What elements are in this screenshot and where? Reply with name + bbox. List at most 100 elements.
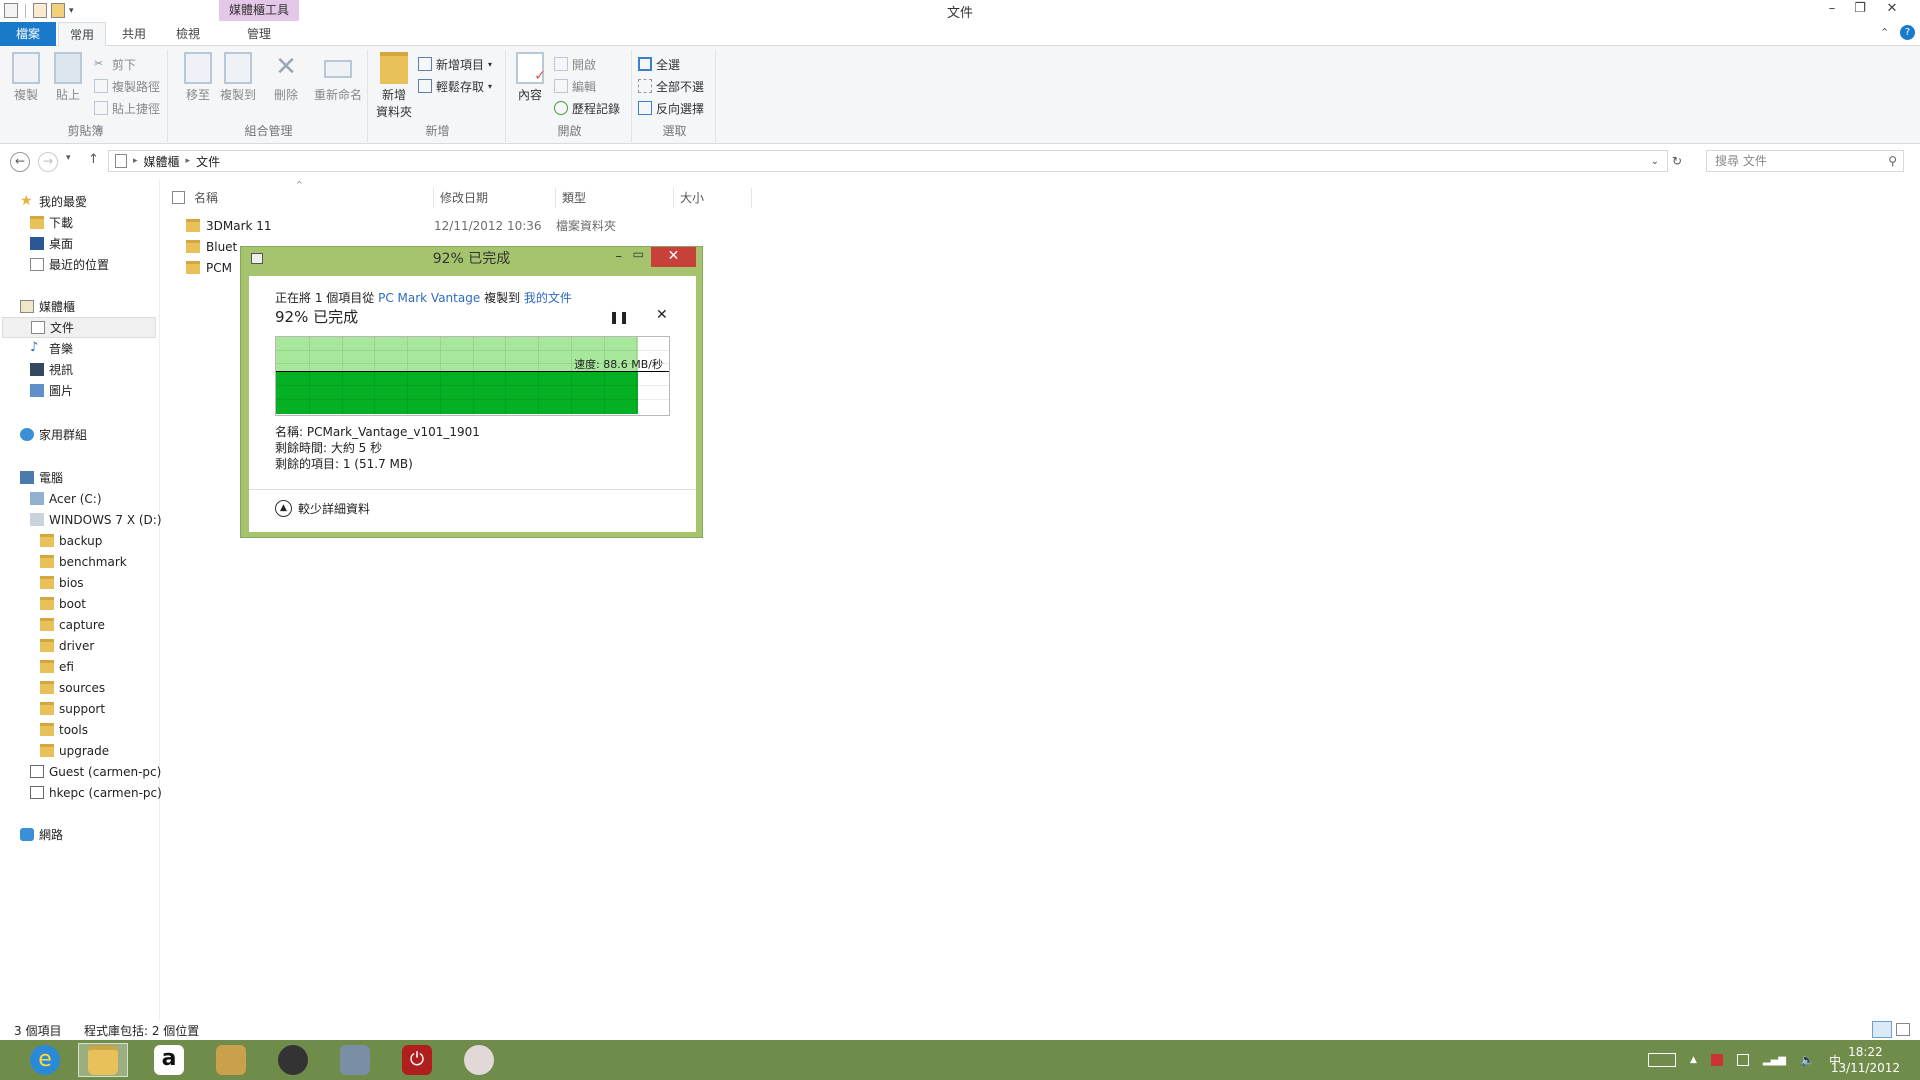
security-icon[interactable]	[1710, 1054, 1723, 1066]
nav-music[interactable]: ♪ 音樂	[30, 338, 73, 359]
minimize-button[interactable]: –	[616, 249, 623, 264]
copy-to-button[interactable]: 複製到	[218, 52, 258, 103]
nav-computer[interactable]: 電腦	[20, 467, 63, 488]
nav-pictures[interactable]: 圖片	[30, 380, 73, 401]
close-button[interactable]: ✕	[651, 247, 696, 267]
fewer-details-button[interactable]: ▲ 較少詳細資料	[275, 500, 370, 517]
up-button[interactable]: ↑	[88, 152, 99, 167]
destination-link[interactable]: 我的文件	[524, 291, 572, 305]
nav-downloads[interactable]: 下載	[30, 212, 73, 233]
nav-subfolder[interactable]: boot	[40, 593, 86, 614]
taskbar-app3[interactable]	[330, 1043, 380, 1077]
tab-home[interactable]: 常用	[58, 22, 106, 47]
move-to-button[interactable]: 移至	[178, 52, 218, 103]
nav-desktop[interactable]: 桌面	[30, 233, 73, 254]
nav-hkepc[interactable]: hkepc (carmen-pc)	[30, 782, 162, 803]
details-view-icon[interactable]	[1872, 1021, 1892, 1038]
column-type[interactable]: 類型	[556, 188, 674, 208]
refresh-icon[interactable]: ↻	[1672, 154, 1682, 168]
nav-subfolder[interactable]: tools	[40, 719, 88, 740]
properties-icon[interactable]	[4, 3, 18, 18]
large-icons-view-icon[interactable]	[1896, 1023, 1910, 1036]
select-none-button[interactable]: 全部不選	[638, 76, 704, 96]
nav-subfolder[interactable]: capture	[40, 614, 105, 635]
taskbar-app4[interactable]: ⏻	[392, 1043, 442, 1077]
copy-button[interactable]: 複製	[6, 52, 46, 103]
tab-manage[interactable]: 管理	[222, 22, 296, 46]
nav-subfolder[interactable]: bios	[40, 572, 84, 593]
taskbar-ie[interactable]: e	[20, 1043, 70, 1077]
address-bar[interactable]: ▸ 媒體櫃 ▸ 文件 ⌄	[108, 150, 1668, 172]
breadcrumb-libraries[interactable]: 媒體櫃	[144, 153, 180, 170]
new-folder-icon[interactable]	[51, 3, 65, 18]
nav-subfolder[interactable]: backup	[40, 530, 102, 551]
open-button[interactable]: 開啟	[554, 54, 596, 74]
source-link[interactable]: PC Mark Vantage	[378, 291, 480, 305]
nav-homegroup[interactable]: 家用群組	[20, 424, 87, 445]
nav-subfolder[interactable]: support	[40, 698, 105, 719]
search-input[interactable]: 搜尋 文件 ⚲	[1706, 150, 1904, 172]
keyboard-icon[interactable]	[1648, 1053, 1676, 1067]
properties-button[interactable]: ✓ 內容	[510, 52, 550, 103]
taskbar-app2[interactable]	[268, 1043, 318, 1077]
nav-subfolder[interactable]: benchmark	[40, 551, 127, 572]
rename-button[interactable]: 重新命名	[310, 52, 366, 103]
chevron-down-icon[interactable]: ▾	[69, 6, 74, 16]
chevron-down-icon[interactable]: ⌄	[1651, 156, 1659, 167]
column-modified[interactable]: 修改日期	[434, 188, 556, 208]
nav-libraries[interactable]: 媒體櫃	[20, 296, 75, 317]
collapse-ribbon-icon[interactable]: ⌃	[1880, 26, 1889, 39]
edit-icon[interactable]	[33, 3, 47, 18]
tab-share[interactable]: 共用	[110, 22, 158, 46]
battery-icon[interactable]	[1736, 1054, 1749, 1066]
paste-button[interactable]: 貼上	[48, 52, 88, 103]
taskbar-amazon[interactable]: a	[144, 1043, 194, 1077]
taskbar-app5[interactable]	[454, 1043, 504, 1077]
file-row[interactable]: 3DMark 11 12/11/2012 10:36 檔案資料夾	[186, 215, 746, 236]
nav-drive-d[interactable]: WINDOWS 7 X (D:)	[30, 509, 162, 530]
new-item-button[interactable]: 新增項目 ▾	[418, 54, 492, 74]
cut-button[interactable]: ✂ 剪下	[94, 54, 136, 74]
nav-drive-c[interactable]: Acer (C:)	[30, 488, 102, 509]
pause-button[interactable]: ❚❚	[609, 310, 629, 324]
nav-subfolder[interactable]: upgrade	[40, 740, 109, 761]
nav-recent[interactable]: 最近的位置	[30, 254, 109, 275]
paste-shortcut-button[interactable]: 貼上捷徑	[94, 98, 160, 118]
select-all-checkbox[interactable]	[172, 191, 185, 204]
nav-subfolder[interactable]: driver	[40, 635, 94, 656]
restore-button[interactable]: ❐	[1846, 0, 1874, 20]
volume-icon[interactable]: 🔈	[1800, 1053, 1815, 1067]
nav-network[interactable]: 網路	[20, 824, 63, 845]
taskbar-explorer[interactable]	[78, 1043, 128, 1077]
easy-access-button[interactable]: 輕鬆存取 ▾	[418, 76, 492, 96]
nav-documents[interactable]: 文件	[2, 317, 156, 338]
tab-view[interactable]: 檢視	[164, 22, 212, 46]
column-name[interactable]: 名稱	[188, 188, 434, 208]
select-all-button[interactable]: 全選	[638, 54, 680, 74]
signal-icon[interactable]: ▂▄▆	[1763, 1055, 1786, 1066]
show-hidden-icons[interactable]: ▲	[1690, 1055, 1697, 1065]
new-folder-button[interactable]: 新增 資料夾	[374, 52, 414, 120]
maximize-button[interactable]: ▭	[633, 247, 644, 261]
back-button[interactable]: ←	[10, 152, 30, 172]
minimize-button[interactable]: –	[1818, 0, 1846, 20]
nav-subfolder[interactable]: sources	[40, 677, 105, 698]
forward-button[interactable]: →	[38, 152, 58, 172]
breadcrumb-documents[interactable]: 文件	[196, 153, 220, 170]
nav-favorites[interactable]: ★ 我的最愛	[20, 191, 87, 212]
stop-button[interactable]: ✕	[656, 307, 668, 323]
edit-button[interactable]: 編輯	[554, 76, 596, 96]
taskbar-app1[interactable]	[206, 1043, 256, 1077]
history-button[interactable]: 歷程記錄	[554, 98, 620, 118]
nav-videos[interactable]: 視訊	[30, 359, 73, 380]
column-size[interactable]: 大小	[674, 188, 752, 208]
recent-locations-icon[interactable]: ▾	[66, 153, 71, 163]
nav-guest[interactable]: Guest (carmen-pc)	[30, 761, 161, 782]
close-button[interactable]: ✕	[1878, 0, 1906, 20]
copy-path-button[interactable]: 複製路徑	[94, 76, 160, 96]
delete-button[interactable]: ✕ 刪除	[266, 52, 306, 103]
clock[interactable]: 18:22 13/11/2012	[1831, 1044, 1900, 1076]
help-icon[interactable]: ?	[1900, 25, 1915, 40]
invert-selection-button[interactable]: 反向選擇	[638, 98, 704, 118]
nav-subfolder[interactable]: efi	[40, 656, 74, 677]
